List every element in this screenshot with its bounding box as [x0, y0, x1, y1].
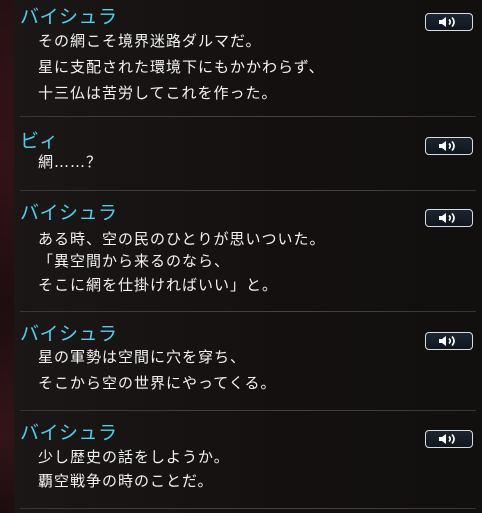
speaker-icon [439, 433, 455, 445]
dialogue-line: 少し歴史の話をしようか。 [38, 448, 230, 466]
entry-divider [20, 508, 476, 509]
entry-divider [20, 410, 476, 411]
entry-divider [20, 311, 476, 312]
entry-divider [20, 116, 476, 117]
speaker-name: バイシュラ [20, 422, 118, 444]
speaker-name: バイシュラ [20, 323, 118, 345]
voice-replay-button[interactable] [425, 209, 473, 227]
dialogue-line: 十三仏は苦労してこれを作った。 [38, 84, 278, 102]
speaker-icon [439, 212, 455, 224]
dialogue-line: 「異空間から来るのなら、 [38, 252, 231, 270]
speaker-icon [439, 335, 455, 347]
dialogue-line: 覇空戦争の時のことだ。 [38, 472, 214, 490]
voice-replay-button[interactable] [425, 332, 473, 350]
voice-replay-button[interactable] [425, 13, 473, 31]
dialogue-line: そこに網を仕掛ければいい」と。 [38, 276, 279, 294]
dialogue-line: その網こそ境界迷路ダルマだ。 [38, 32, 262, 50]
log-entry: バイシュラ 少し歴史の話をしようか。 覇空戦争の時のことだ。 [0, 422, 482, 502]
message-log[interactable]: バイシュラ その網こそ境界迷路ダルマだ。 星に支配された環境下にもかかわらず、 … [0, 0, 482, 513]
speaker-icon [439, 140, 455, 152]
speaker-name: バイシュラ [20, 6, 118, 28]
entry-divider [20, 190, 476, 191]
log-entry: ビィ 網……？ [0, 130, 482, 180]
dialogue-line: そこから空の世界にやってくる。 [38, 374, 277, 392]
log-entry: バイシュラ 星の軍勢は空間に穴を穿ち、 そこから空の世界にやってくる。 [0, 323, 482, 403]
log-entry: バイシュラ ある時、空の民のひとりが思いついた。 「異空間から来るのなら、 そこ… [0, 202, 482, 302]
voice-replay-button[interactable] [425, 137, 473, 155]
voice-replay-button[interactable] [425, 430, 473, 448]
dialogue-line: 星の軍勢は空間に穴を穿ち、 [38, 348, 247, 366]
speaker-name: バイシュラ [20, 202, 118, 224]
dialogue-line: 網……？ [38, 153, 103, 171]
dialogue-line: 星に支配された環境下にもかかわらず、 [38, 58, 325, 76]
dialogue-line: ある時、空の民のひとりが思いついた。 [38, 230, 326, 248]
speaker-name: ビィ [20, 130, 59, 152]
speaker-icon [439, 16, 455, 28]
log-entry: バイシュラ その網こそ境界迷路ダルマだ。 星に支配された環境下にもかかわらず、 … [0, 6, 482, 110]
